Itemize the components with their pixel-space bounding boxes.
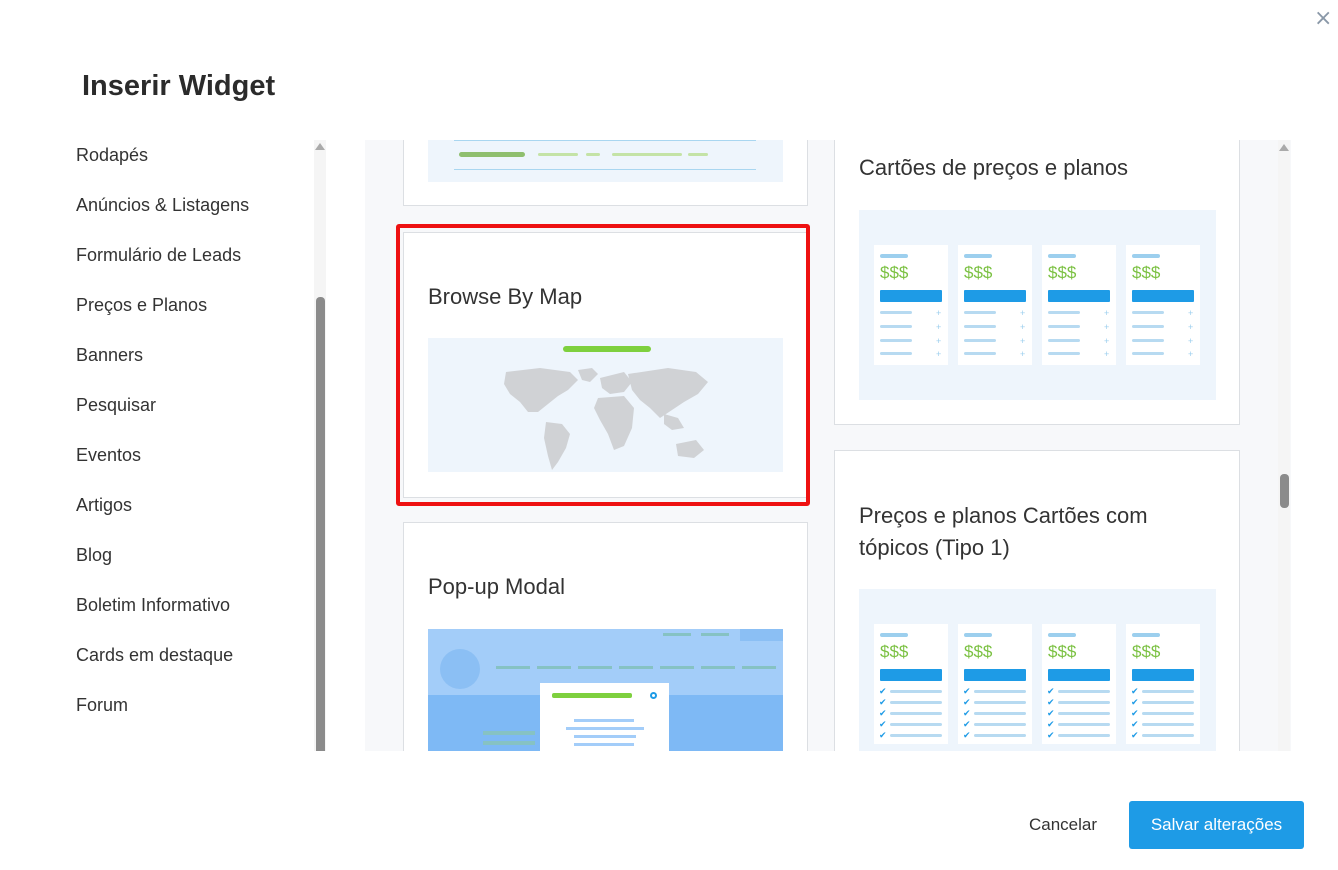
price-column: $$$ ✔ ✔ ✔ ✔ ✔	[874, 624, 948, 744]
price-column: $$$ ✔ ✔ ✔ ✔ ✔	[1042, 624, 1116, 744]
sidebar-scroll-up-icon[interactable]	[315, 143, 325, 150]
sidebar-item-precos-planos[interactable]: Preços e Planos	[76, 295, 207, 316]
sidebar-item-blog[interactable]: Blog	[76, 545, 112, 566]
category-sidebar: Rodapés Anúncios & Listagens Formulário …	[0, 140, 330, 751]
sidebar-item-formulario-leads[interactable]: Formulário de Leads	[76, 245, 241, 266]
widget-title: Pop-up Modal	[428, 574, 565, 599]
sidebar-item-anuncios[interactable]: Anúncios & Listagens	[76, 195, 249, 216]
price-column: $$$ + + + +	[1042, 245, 1116, 365]
widget-card-popup-modal[interactable]: Pop-up Modal	[403, 522, 808, 751]
avatar	[440, 649, 480, 689]
sidebar-item-eventos[interactable]: Eventos	[76, 445, 141, 466]
save-button[interactable]: Salvar alterações	[1129, 801, 1304, 849]
cancel-button[interactable]: Cancelar	[1010, 801, 1116, 849]
widget-title: Preços e planos Cartões com tópicos (Tip…	[859, 503, 1148, 560]
modal-preview	[540, 683, 669, 751]
modal-title: Inserir Widget	[82, 70, 276, 102]
gallery-scroll-up-icon[interactable]	[1279, 144, 1289, 151]
price-column: $$$ ✔ ✔ ✔ ✔ ✔	[1126, 624, 1200, 744]
sidebar-item-rodapes[interactable]: Rodapés	[76, 145, 148, 166]
sidebar-scroll-thumb[interactable]	[316, 297, 325, 751]
close-icon[interactable]: ×	[1314, 6, 1332, 31]
price-column: $$$ + + + +	[1126, 245, 1200, 365]
sidebar-item-banners[interactable]: Banners	[76, 345, 143, 366]
price-column: $$$ + + + +	[958, 245, 1032, 365]
sidebar-item-forum[interactable]: Forum	[76, 695, 128, 716]
widget-card-pricing-topics[interactable]: Preços e planos Cartões com tópicos (Tip…	[834, 450, 1240, 751]
widget-card-pricing-cards[interactable]: Cartões de preços e planos $$$ + + + + $…	[834, 140, 1240, 425]
widget-thumbnail	[428, 629, 783, 751]
sidebar-item-boletim[interactable]: Boletim Informativo	[76, 595, 230, 616]
widget-thumbnail: $$$ + + + + $$$ + + + + $$$ + + + + $$$ …	[859, 210, 1216, 400]
widget-thumbnail: $$$ ✔ ✔ ✔ ✔ ✔ $$$ ✔ ✔ ✔ ✔ ✔ $$$ ✔ ✔ ✔ ✔ …	[859, 589, 1216, 751]
widget-card-partial[interactable]	[403, 140, 808, 206]
sidebar-item-pesquisar[interactable]: Pesquisar	[76, 395, 156, 416]
sidebar-item-cards-destaque[interactable]: Cards em destaque	[76, 645, 233, 666]
widget-thumbnail	[428, 140, 783, 182]
gallery-scrollbar[interactable]	[1278, 140, 1290, 751]
selection-highlight	[396, 224, 810, 506]
gallery-scroll-thumb[interactable]	[1280, 474, 1289, 508]
price-column: $$$ ✔ ✔ ✔ ✔ ✔	[958, 624, 1032, 744]
price-column: $$$ + + + +	[874, 245, 948, 365]
sidebar-item-artigos[interactable]: Artigos	[76, 495, 132, 516]
widget-title: Cartões de preços e planos	[859, 155, 1129, 180]
